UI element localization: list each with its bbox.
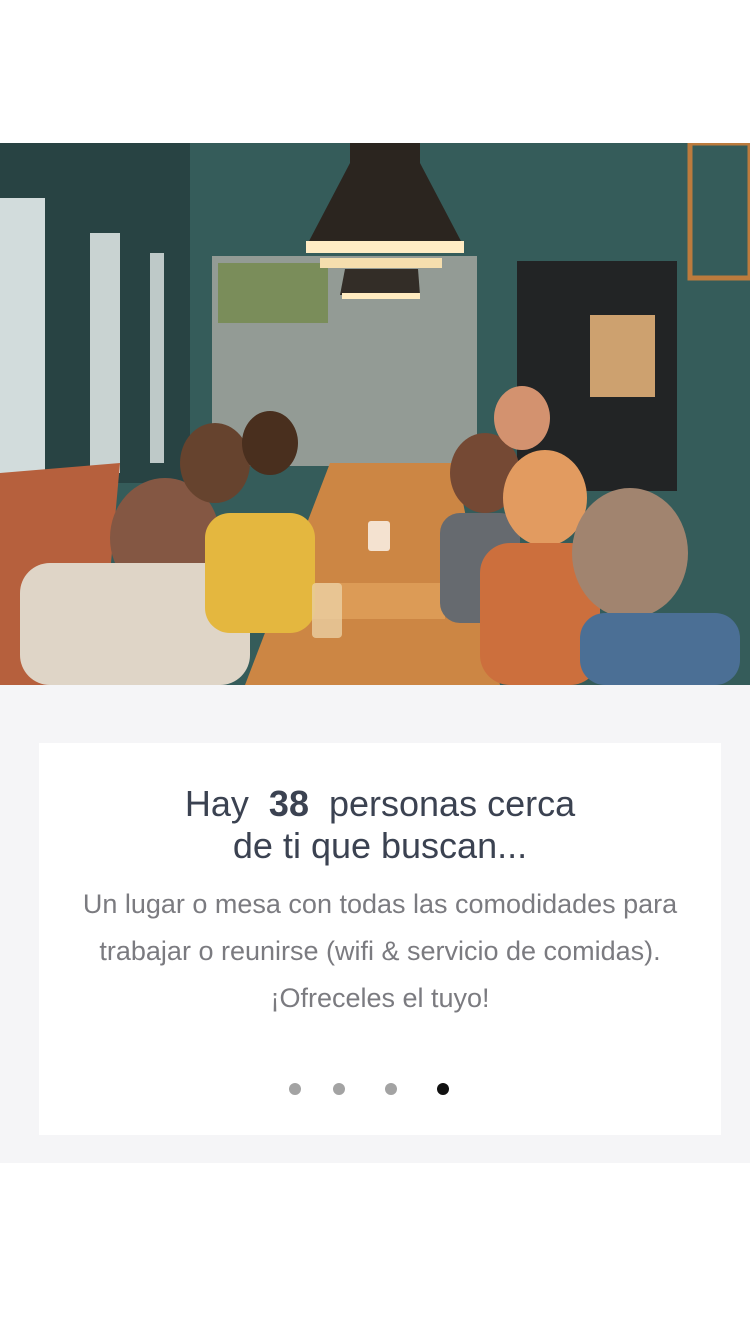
page-dot-4-active[interactable] bbox=[437, 1083, 449, 1095]
headline: Hay 38 personas cerca de ti que buscan..… bbox=[39, 783, 721, 867]
hero-image bbox=[0, 143, 750, 685]
page-dot-1[interactable] bbox=[289, 1083, 301, 1095]
page-indicator bbox=[39, 1083, 721, 1097]
headline-line-2: de ti que buscan... bbox=[232, 825, 528, 866]
people-count: 38 bbox=[268, 783, 309, 824]
headline-prefix: Hay bbox=[184, 783, 249, 824]
restaurant-photo-icon bbox=[0, 143, 750, 685]
page-dot-3[interactable] bbox=[385, 1083, 397, 1095]
onboarding-panel: Hay 38 personas cerca de ti que buscan..… bbox=[0, 685, 750, 1163]
headline-suffix: personas cerca bbox=[328, 783, 576, 824]
page-dot-2[interactable] bbox=[333, 1083, 345, 1095]
headline-line-1: Hay 38 personas cerca bbox=[39, 783, 721, 825]
onboarding-card: Hay 38 personas cerca de ti que buscan..… bbox=[39, 743, 721, 1135]
description-text: Un lugar o mesa con todas las comodidade… bbox=[82, 889, 678, 1013]
